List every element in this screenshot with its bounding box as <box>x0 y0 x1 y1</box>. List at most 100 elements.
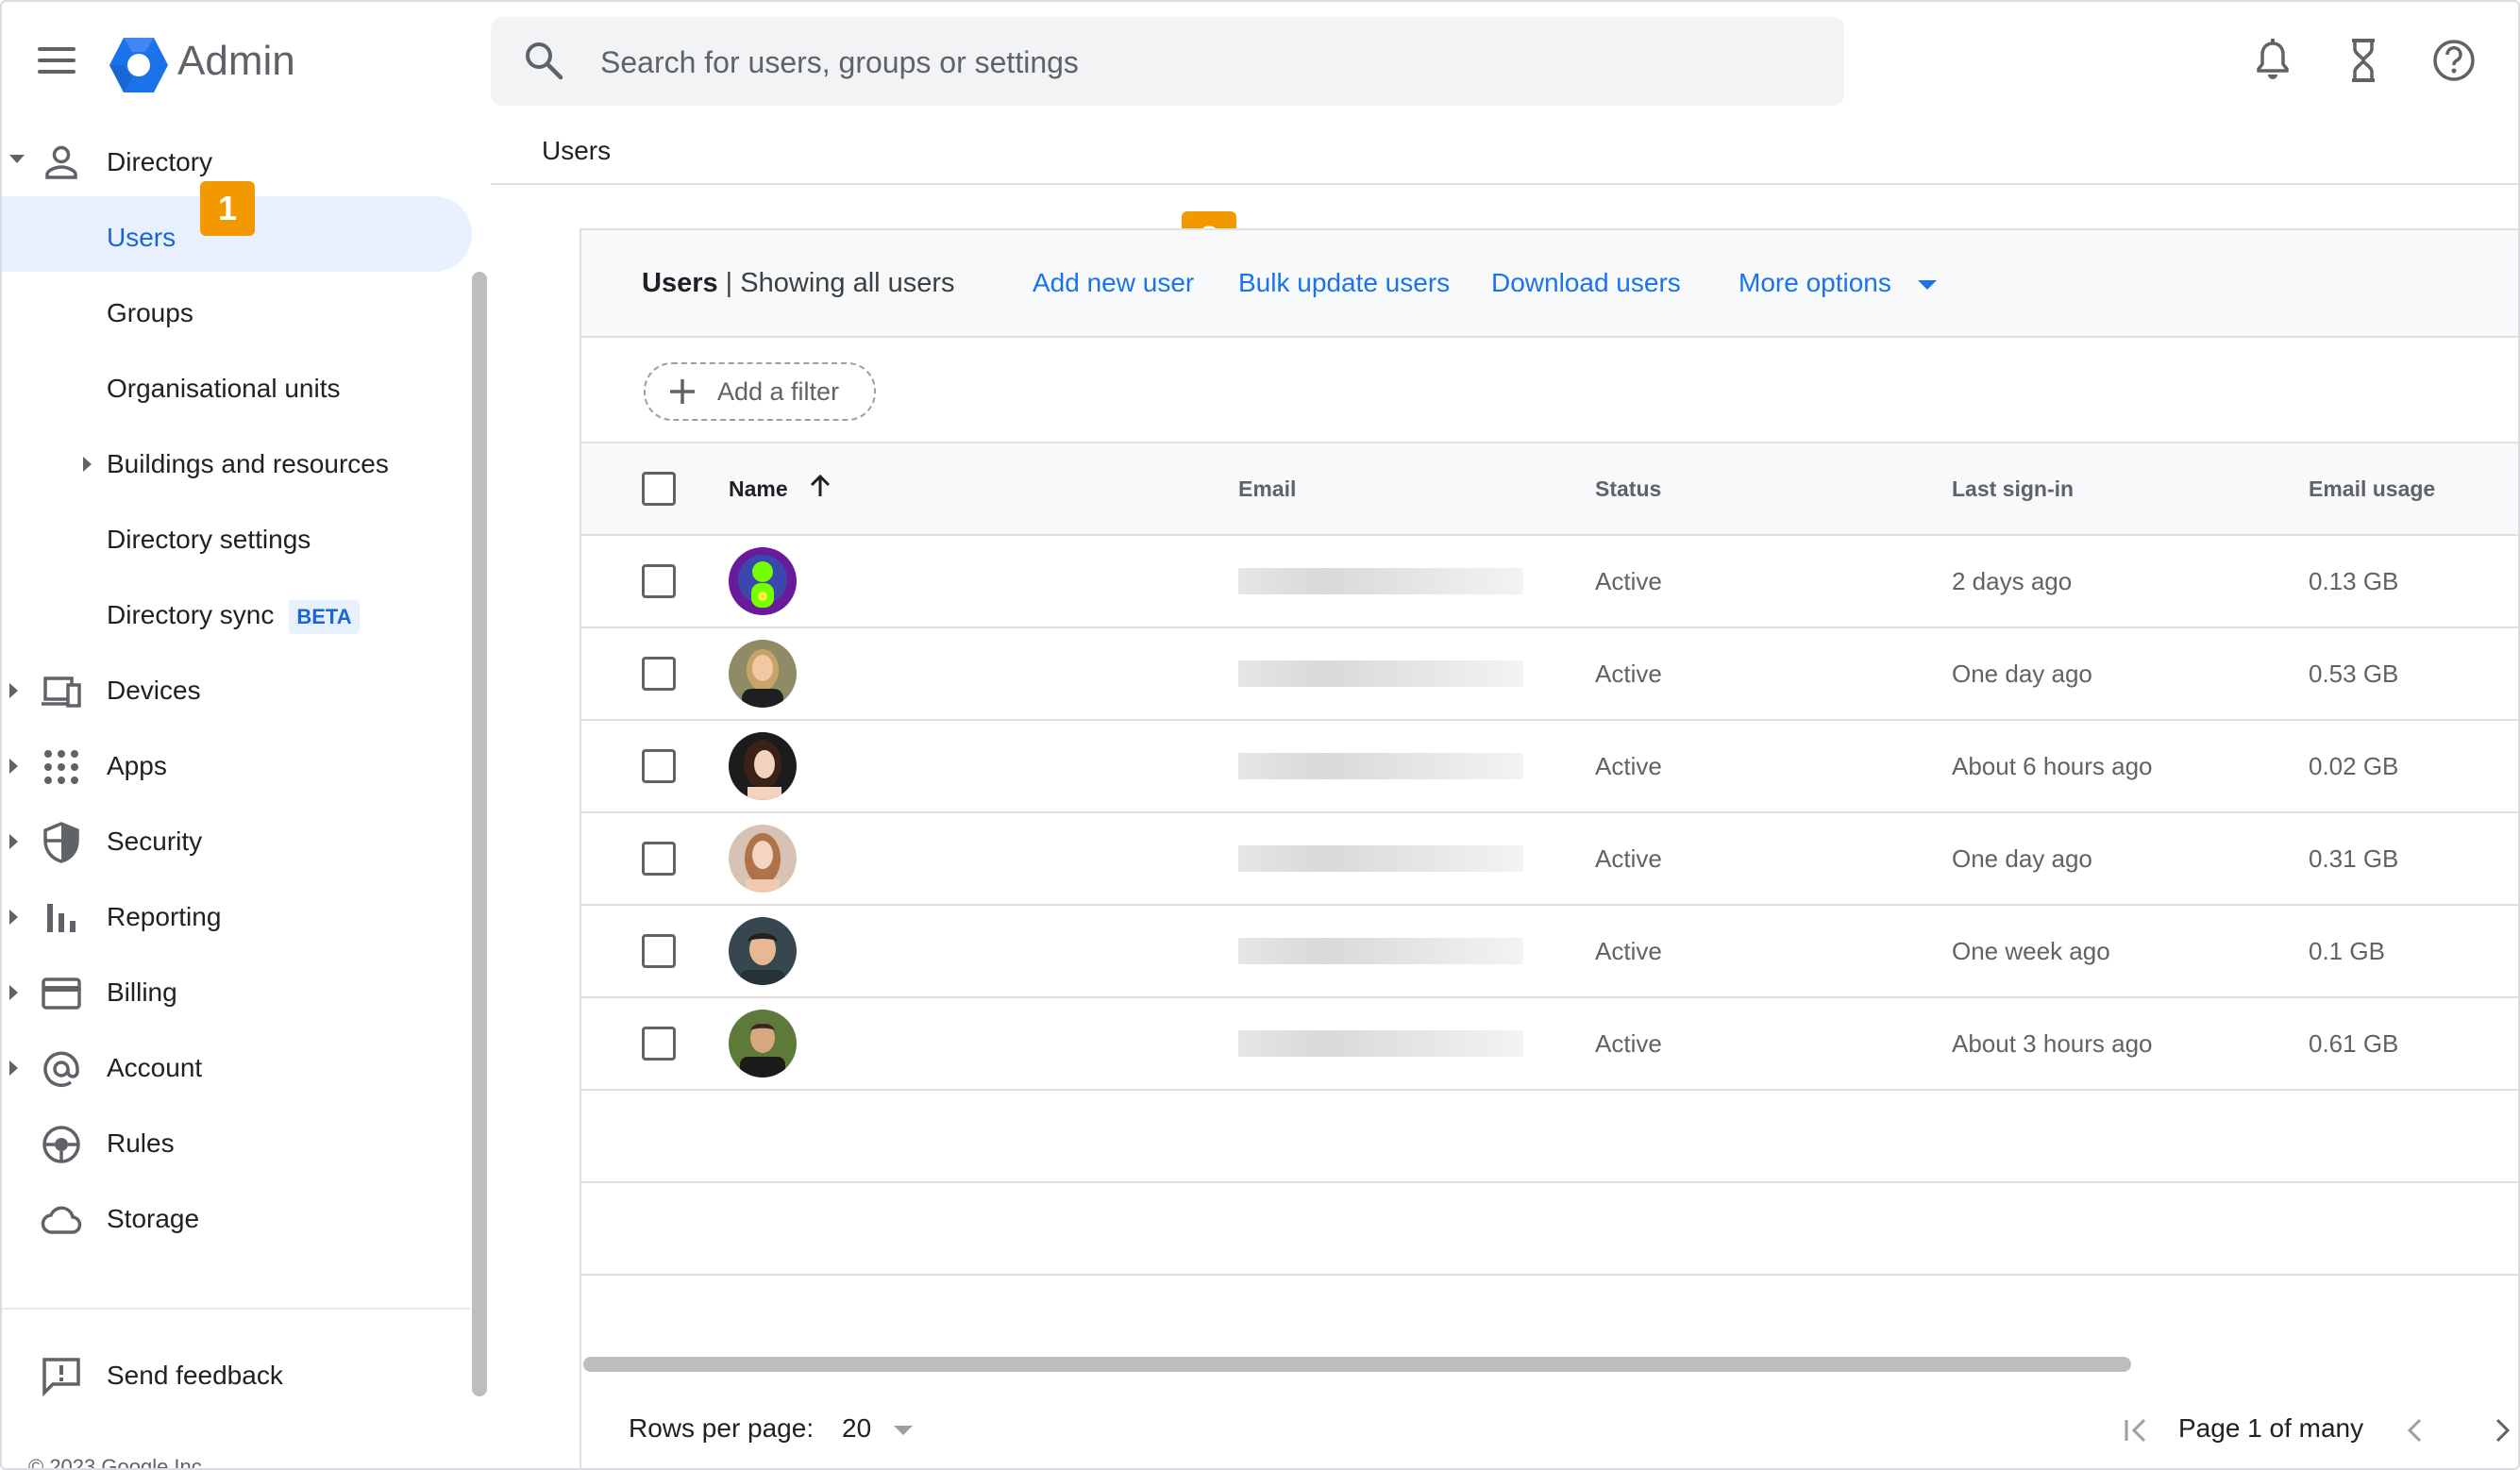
rows-per-page-select[interactable]: 20 <box>842 1400 913 1457</box>
user-status: Active <box>1595 660 1662 688</box>
next-page-icon[interactable] <box>2494 1400 2512 1457</box>
add-new-user-button[interactable]: Add new user <box>1033 230 1194 336</box>
user-status: Active <box>1595 1029 1662 1058</box>
redacted-email <box>1238 845 1523 872</box>
user-avatar[interactable] <box>729 732 797 800</box>
caret-down-icon <box>9 155 25 163</box>
sidebar-item-apps[interactable]: Apps <box>2 728 483 804</box>
send-feedback-label: Send feedback <box>107 1361 283 1390</box>
users-card: Users | Showing all users Add new user B… <box>580 228 2518 1468</box>
sidebar-item-label: Buildings and resources <box>107 449 389 478</box>
column-header-email[interactable]: Email <box>1238 443 1296 534</box>
sidebar-item-storage[interactable]: Storage <box>2 1181 483 1257</box>
sidebar-item-directory-settings[interactable]: Directory settings <box>2 502 483 577</box>
row-checkbox[interactable] <box>642 1027 676 1061</box>
table-row[interactable]: Active 2 days ago 0.13 GB <box>581 536 2518 628</box>
sidebar-item-label: Directory sync BETA <box>107 577 360 653</box>
send-feedback-button[interactable]: Send feedback <box>2 1338 483 1413</box>
card-title-bold: Users <box>642 268 718 298</box>
first-page-icon[interactable] <box>2122 1400 2150 1457</box>
sidebar-item-security[interactable]: Security <box>2 804 483 879</box>
feedback-icon <box>40 1355 83 1398</box>
sidebar-item-label: Security <box>107 827 203 856</box>
table-row[interactable]: Active One day ago 0.53 GB <box>581 628 2518 721</box>
table-row[interactable]: Active About 3 hours ago 0.61 GB <box>581 998 2518 1091</box>
sidebar-item-devices[interactable]: Devices <box>2 653 483 728</box>
beta-badge: BETA <box>289 599 360 634</box>
user-email-usage: 0.13 GB <box>2309 567 2399 595</box>
sidebar-item-label: Apps <box>107 751 167 780</box>
sidebar-item-label: Storage <box>107 1204 200 1233</box>
more-options-button[interactable]: More options <box>1739 230 1937 336</box>
help-icon[interactable] <box>2429 36 2478 85</box>
main-menu-icon[interactable] <box>38 45 76 77</box>
sidebar-item-billing[interactable]: Billing <box>2 955 483 1030</box>
caret-right-icon <box>9 1061 18 1076</box>
sort-arrow-up-icon <box>809 445 832 536</box>
credit-card-icon <box>40 972 83 1015</box>
add-filter-label: Add a filter <box>717 377 840 406</box>
sidebar-item-reporting[interactable]: Reporting <box>2 879 483 955</box>
redacted-email <box>1238 568 1523 594</box>
redacted-email <box>1238 938 1523 964</box>
row-checkbox[interactable] <box>642 749 676 783</box>
more-options-label: More options <box>1739 268 1891 297</box>
user-avatar[interactable] <box>729 547 797 615</box>
sidebar-item-directory-sync[interactable]: Directory sync BETA <box>2 577 483 653</box>
filter-bar: Add a filter <box>581 338 2518 443</box>
sidebar-item-label: Account <box>107 1053 203 1082</box>
user-avatar[interactable] <box>729 917 797 985</box>
sidebar-item-label: Directory <box>107 147 213 176</box>
select-all-checkbox[interactable] <box>642 472 676 506</box>
user-avatar[interactable] <box>729 825 797 893</box>
user-last-sign-in: One week ago <box>1952 937 2110 965</box>
breadcrumb: Users <box>542 136 612 165</box>
rows-per-page-value: 20 <box>842 1413 872 1443</box>
dropdown-arrow-icon <box>893 1425 913 1435</box>
sidebar-nav: Directory Users Groups Organisational un… <box>2 125 487 1470</box>
column-header-status[interactable]: Status <box>1595 443 1661 534</box>
row-checkbox[interactable] <box>642 842 676 876</box>
previous-page-icon[interactable] <box>2401 1400 2429 1457</box>
devices-icon <box>40 670 83 713</box>
user-avatar[interactable] <box>729 640 797 708</box>
sidebar-item-label: Organisational units <box>107 374 341 403</box>
notifications-bell-icon[interactable] <box>2248 36 2297 85</box>
user-email-usage: 0.1 GB <box>2309 937 2385 965</box>
sidebar-item-buildings-and-resources[interactable]: Buildings and resources <box>2 426 483 502</box>
user-email-usage: 0.61 GB <box>2309 1029 2399 1058</box>
table-row[interactable]: Active About 6 hours ago 0.02 GB <box>581 721 2518 813</box>
sidebar-divider <box>2 1308 470 1310</box>
search-input[interactable] <box>598 17 1810 108</box>
search-bar[interactable] <box>491 17 1844 108</box>
tasks-hourglass-icon[interactable] <box>2339 36 2388 85</box>
card-title-rest: | Showing all users <box>717 268 955 298</box>
horizontal-scrollbar[interactable] <box>583 1357 2131 1372</box>
download-users-button[interactable]: Download users <box>1491 230 1681 336</box>
column-header-name[interactable]: Name <box>729 443 832 536</box>
rules-icon <box>40 1123 83 1166</box>
apps-grid-icon <box>40 745 83 789</box>
user-avatar[interactable] <box>729 1010 797 1077</box>
user-email-usage: 0.53 GB <box>2309 660 2399 688</box>
sidebar-item-account[interactable]: Account <box>2 1030 483 1106</box>
sidebar-item-label: Directory settings <box>107 525 311 554</box>
sidebar-item-rules[interactable]: Rules <box>2 1106 483 1181</box>
redacted-email <box>1238 1030 1523 1057</box>
sidebar-scrollbar[interactable] <box>472 272 487 1396</box>
bulk-update-users-button[interactable]: Bulk update users <box>1238 230 1450 336</box>
add-filter-button[interactable]: Add a filter <box>644 362 876 421</box>
sidebar-item-groups[interactable]: Groups <box>2 276 483 351</box>
column-header-email-usage[interactable]: Email usage <box>2309 443 2435 534</box>
column-header-last-sign-in[interactable]: Last sign-in <box>1952 443 2074 534</box>
copyright-text: © 2023 Google Inc. <box>28 1455 208 1470</box>
table-row[interactable]: Active One week ago 0.1 GB <box>581 906 2518 998</box>
row-checkbox[interactable] <box>642 564 676 598</box>
user-status: Active <box>1595 752 1662 780</box>
row-checkbox[interactable] <box>642 934 676 968</box>
user-status: Active <box>1595 567 1662 595</box>
plus-icon <box>668 377 697 406</box>
row-checkbox[interactable] <box>642 657 676 691</box>
sidebar-item-organisational-units[interactable]: Organisational units <box>2 351 483 426</box>
table-row[interactable]: Active One day ago 0.31 GB <box>581 813 2518 906</box>
